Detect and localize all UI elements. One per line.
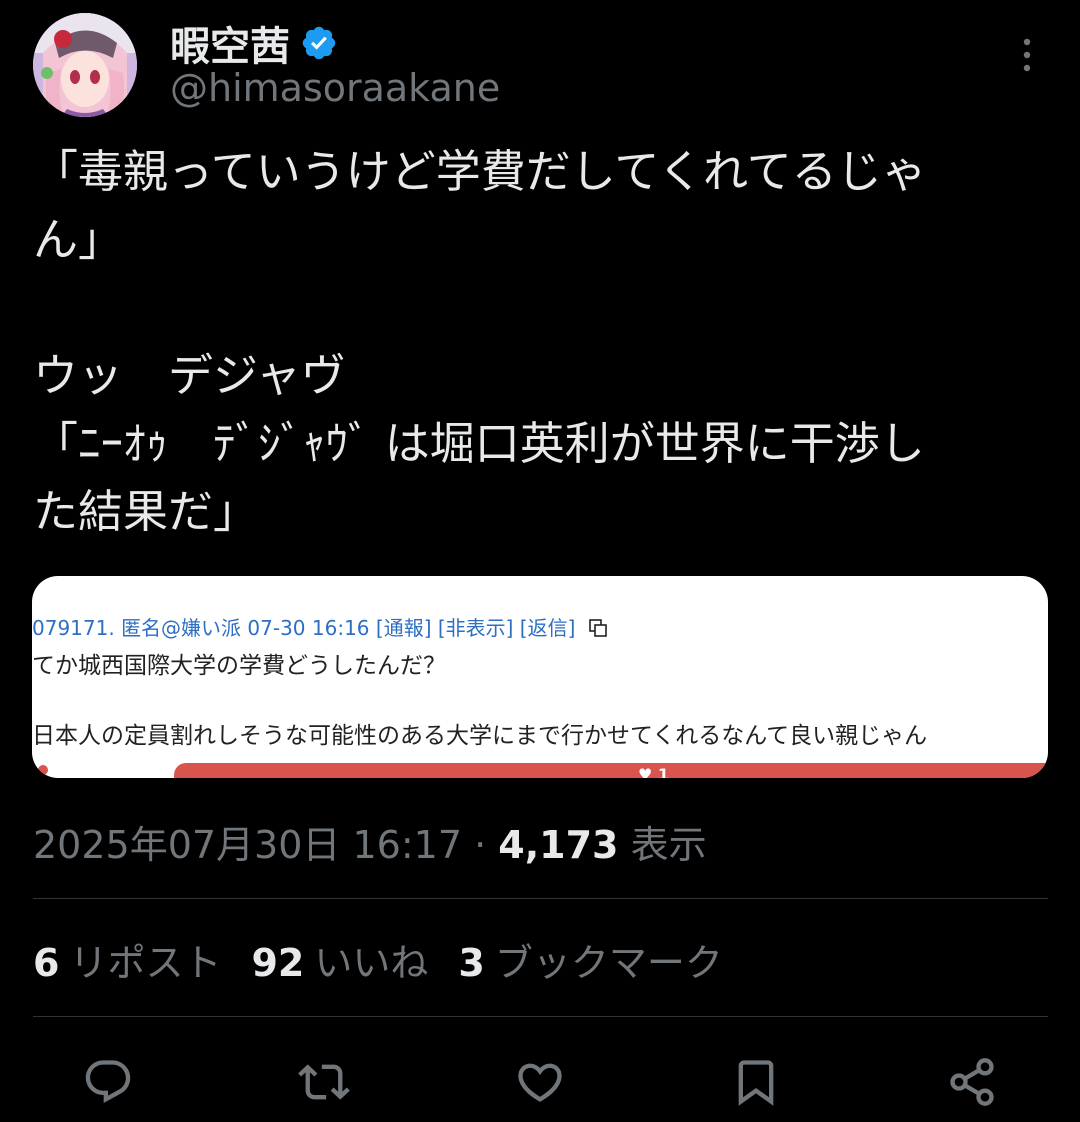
tweet-text-line: た結果だ」 (33, 485, 259, 538)
media-red-dot (38, 765, 48, 775)
likes-label: いいね (314, 941, 429, 985)
engagement-stats: 6 リポスト 92 いいね 3 ブックマーク (33, 932, 723, 987)
author-name[interactable]: 暇空茜 (170, 14, 338, 72)
divider (33, 1016, 1048, 1017)
tweet-text-line: ん」 (33, 213, 124, 266)
reposts-count: 6 (33, 941, 60, 985)
like-button[interactable] (512, 1054, 568, 1110)
media-red-bar (174, 763, 1048, 778)
media-text-line: てか城西国際大学の学費どうしたんだ？ (32, 653, 446, 679)
copy-icon (588, 618, 608, 638)
likes-count: 92 (251, 941, 305, 985)
media-text-line: 日本人の定員割れしそうな可能性のある大学にまで行かせてくれるなんて良い親じゃん (32, 723, 928, 749)
tweet-text: 「毒親っていうけど学費だしてくれてるじゃ ん」 ウッ デジャヴ 「ﾆｰｵｩ ﾃﾞ… (33, 138, 1043, 546)
repost-icon (298, 1064, 350, 1100)
views-count: 4,173 (498, 823, 619, 867)
views-label: 表示 (630, 823, 707, 867)
reposts-stat[interactable]: 6 リポスト (33, 932, 221, 987)
media-heart-icon: ♥ (638, 765, 653, 778)
like-icon (518, 1063, 562, 1102)
likes-stat[interactable]: 92 いいね (251, 932, 428, 987)
bookmarks-count: 3 (458, 941, 485, 985)
author-handle[interactable]: @himasoraakane (170, 66, 500, 110)
tweet-text-line: 「毒親っていうけど学費だしてくれてるじゃ (33, 145, 927, 198)
reposts-label: リポスト (69, 941, 222, 985)
share-icon (950, 1058, 994, 1106)
media-post-meta: 079171. 匿名@嫌い派 07-30 16:16 [通報] [非表示] [返… (32, 612, 608, 641)
media-like-indicator: ♥ 1 (638, 765, 669, 778)
bookmark-icon (738, 1060, 774, 1106)
tweet-detail-page: 暇空茜 @himasoraakane 「毒親っていうけど学費だしてくれてるじゃ … (0, 0, 1080, 1122)
tweet-timestamp[interactable]: 2025年07月30日 16:17 (33, 823, 462, 867)
divider (33, 898, 1048, 899)
reply-button[interactable] (80, 1054, 136, 1110)
tweet-meta-row: 2025年07月30日 16:17 · 4,173 表示 (33, 814, 707, 869)
bookmarks-label: ブックマーク (494, 941, 723, 985)
avatar[interactable] (33, 13, 137, 117)
bookmark-button[interactable] (728, 1054, 784, 1110)
bookmarks-stat[interactable]: 3 ブックマーク (458, 932, 722, 987)
tweet-text-line: ウッ デジャヴ (33, 349, 346, 402)
meta-separator: · (474, 823, 487, 867)
repost-button[interactable] (296, 1054, 352, 1110)
attached-image[interactable]: 079171. 匿名@嫌い派 07-30 16:16 [通報] [非表示] [返… (32, 576, 1048, 778)
reply-icon (85, 1060, 131, 1104)
verified-badge-icon (300, 24, 338, 62)
tweet-text-line: 「ﾆｰｵｩ ﾃﾞｼﾞｬｳﾞ は堀口英利が世界に干渉し (33, 417, 925, 470)
media-post-meta-text: 079171. 匿名@嫌い派 07-30 16:16 [通報] [非表示] [返… (32, 616, 576, 640)
author-display-name[interactable]: 暇空茜 (170, 14, 290, 72)
media-like-count: 1 (657, 765, 670, 778)
avatar-illustration (33, 13, 137, 117)
share-button[interactable] (944, 1054, 1000, 1110)
more-options-icon[interactable] (1006, 34, 1048, 76)
